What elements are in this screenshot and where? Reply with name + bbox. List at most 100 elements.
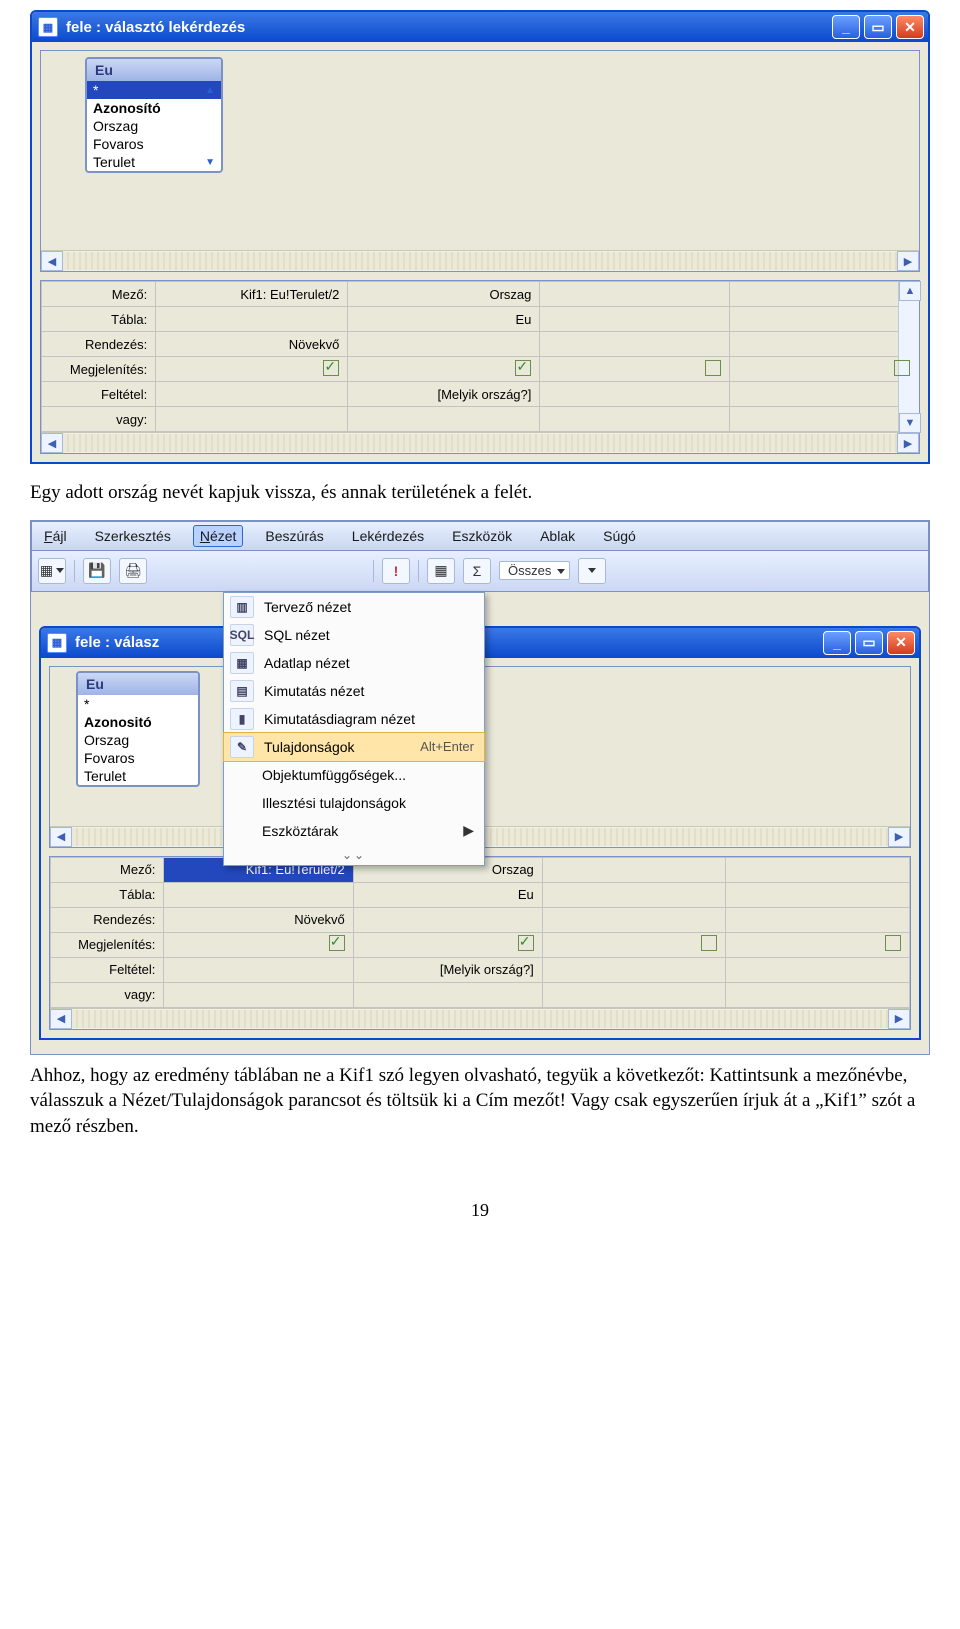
menu-sugo[interactable]: Súgó: [597, 526, 642, 546]
cell-rend-c1[interactable]: Növekvő: [164, 907, 353, 932]
menu-eszkozok[interactable]: Eszközök: [446, 526, 518, 546]
show-table-button[interactable]: ▦: [427, 558, 455, 584]
menu-szerkesztes[interactable]: Szerkesztés: [89, 526, 177, 546]
checkbox-icon[interactable]: [323, 360, 339, 376]
maximize-button[interactable]: ▭: [855, 631, 883, 655]
maximize-button[interactable]: ▭: [864, 15, 892, 39]
menu-ablak[interactable]: Ablak: [534, 526, 581, 546]
properties-icon: ✎: [230, 736, 254, 758]
checkbox-icon[interactable]: [701, 935, 717, 951]
cell-tabla-c1[interactable]: [156, 307, 348, 332]
close-button[interactable]: ✕: [887, 631, 915, 655]
field-azonosito[interactable]: Azonosító: [87, 99, 221, 117]
design-view-icon: ▥: [230, 596, 254, 618]
menu-lekerdezes[interactable]: Lekérdezés: [346, 526, 430, 546]
checkbox-icon[interactable]: [515, 360, 531, 376]
menu-nezet[interactable]: NézetNézet: [193, 525, 244, 547]
checkbox-icon[interactable]: [885, 935, 901, 951]
top-values-dropdown[interactable]: Összes: [499, 561, 570, 580]
scroll-track[interactable]: [63, 252, 897, 270]
print-button[interactable]: 🖨: [119, 558, 147, 584]
menu-item-illesztesi[interactable]: Illesztési tulajdonságok: [224, 789, 484, 817]
scroll-right-icon[interactable]: ▶: [888, 827, 910, 847]
scroll-up-icon[interactable]: ▲: [205, 85, 215, 96]
totals-button[interactable]: Σ: [463, 558, 491, 584]
scroll-left-icon[interactable]: ◀: [41, 433, 63, 453]
checkbox-icon[interactable]: [518, 935, 534, 951]
menu-beszuras[interactable]: Beszúrás: [259, 526, 329, 546]
pivottable-view-icon: ▤: [230, 680, 254, 702]
menu-item-tulajdonsagok[interactable]: ✎ Tulajdonságok Alt+Enter: [223, 732, 485, 762]
checkbox-icon[interactable]: [705, 360, 721, 376]
checkbox-icon[interactable]: [894, 360, 910, 376]
menu-expand[interactable]: ⌄⌄: [224, 845, 484, 865]
cell-felt-c2[interactable]: [Melyik ország?]: [348, 382, 540, 407]
cell-show-c3[interactable]: [540, 357, 729, 382]
scroll-left-icon[interactable]: ◀: [50, 827, 72, 847]
cell-mezo-c3[interactable]: [540, 282, 729, 307]
field-azonosito[interactable]: Azonositó: [78, 713, 198, 731]
grid-scroll-up-icon[interactable]: ▲: [899, 281, 921, 301]
scroll-right-icon[interactable]: ▶: [897, 433, 919, 453]
cell-show-c2[interactable]: [348, 357, 540, 382]
cell-show-c1[interactable]: [156, 357, 348, 382]
table-field-list[interactable]: Eu *▲ Azonosító Orszag Fovaros Terulet▼: [85, 57, 223, 173]
h-scroll[interactable]: ◀ ▶: [41, 250, 919, 271]
cell-felt-c2[interactable]: [Melyik ország?]: [353, 957, 542, 982]
shortcut-label: Alt+Enter: [420, 739, 474, 754]
menu-item-objektumfuggosegek[interactable]: Objektumfüggőségek...: [224, 761, 484, 789]
cell-tabla-c2[interactable]: Eu: [353, 882, 542, 907]
field-star[interactable]: *▲: [87, 81, 221, 99]
row-label-feltetel: Feltétel:: [51, 957, 164, 982]
table-title: Eu: [78, 673, 198, 695]
grid-h-scroll[interactable]: ◀ ▶: [41, 432, 919, 453]
scroll-right-icon[interactable]: ▶: [888, 1009, 910, 1029]
row-label-mezo: Mező:: [42, 282, 156, 307]
grid-h-scroll[interactable]: ◀ ▶: [50, 1008, 910, 1029]
toolbar: ▦ 💾 🖨 ! ▦ Σ Összes: [31, 551, 929, 592]
query-grid: Mező: Kif1: Eu!Terulet/2 Orszag Tábla: E…: [49, 856, 911, 1030]
scroll-down-icon[interactable]: ▼: [205, 157, 215, 168]
cell-tabla-c2[interactable]: Eu: [348, 307, 540, 332]
field-terulet[interactable]: Terulet▼: [87, 153, 221, 171]
cell-show-c4[interactable]: [729, 357, 918, 382]
table-field-list[interactable]: Eu * Azonositó Orszag Fovaros Terulet: [76, 671, 200, 787]
cell-mezo-c2[interactable]: Orszag: [348, 282, 540, 307]
row-label-mezo: Mező:: [51, 857, 164, 882]
page-number: 19: [30, 1200, 930, 1221]
titlebar: ▦ fele : választó lekérdezés _ ▭ ✕: [32, 12, 928, 42]
checkbox-icon[interactable]: [329, 935, 345, 951]
field-star[interactable]: *: [78, 695, 198, 713]
minimize-button[interactable]: _: [832, 15, 860, 39]
field-fovaros[interactable]: Fovaros: [78, 749, 198, 767]
scroll-right-icon[interactable]: ▶: [897, 251, 919, 271]
menu-item-eszkoztarak[interactable]: Eszköztárak ▶: [224, 817, 484, 845]
menu-fajl[interactable]: FFájlájl: [38, 526, 73, 546]
scroll-left-icon[interactable]: ◀: [50, 1009, 72, 1029]
run-button[interactable]: !: [382, 558, 410, 584]
row-label-vagy: vagy:: [51, 982, 164, 1007]
save-button[interactable]: 💾: [83, 558, 111, 584]
relationship-pane[interactable]: Eu *▲ Azonosító Orszag Fovaros Terulet▼ …: [40, 50, 920, 272]
minimize-button[interactable]: _: [823, 631, 851, 655]
more-button[interactable]: [578, 558, 606, 584]
close-button[interactable]: ✕: [896, 15, 924, 39]
menu-item-kimutatas[interactable]: ▤ Kimutatás nézet: [224, 677, 484, 705]
cell-mezo-c4[interactable]: [729, 282, 918, 307]
view-dropdown-button[interactable]: ▦: [38, 558, 66, 584]
field-orszag[interactable]: Orszag: [87, 117, 221, 135]
cell-rend-c1[interactable]: Növekvő: [156, 332, 348, 357]
field-terulet[interactable]: Terulet: [78, 767, 198, 785]
grid-scroll-down-icon[interactable]: ▼: [899, 413, 921, 433]
scroll-left-icon[interactable]: ◀: [41, 251, 63, 271]
menu-item-adatlap[interactable]: ▦ Adatlap nézet: [224, 649, 484, 677]
menu-item-kimutatasdiagram[interactable]: ▮ Kimutatásdiagram nézet: [224, 705, 484, 733]
menu-item-tervezo[interactable]: ▥ Tervező nézet: [224, 593, 484, 621]
field-fovaros[interactable]: Fovaros: [87, 135, 221, 153]
field-orszag[interactable]: Orszag: [78, 731, 198, 749]
datasheet-view-icon: ▦: [230, 652, 254, 674]
nezet-dropdown: ▥ Tervező nézet SQL SQL nézet ▦ Adatlap …: [223, 592, 485, 866]
app-screenshot-with-menu: FFájlájl Szerkesztés NézetNézet Beszúrás…: [30, 520, 930, 1055]
cell-mezo-c1[interactable]: Kif1: Eu!Terulet/2: [156, 282, 348, 307]
menu-item-sql[interactable]: SQL SQL nézet: [224, 621, 484, 649]
